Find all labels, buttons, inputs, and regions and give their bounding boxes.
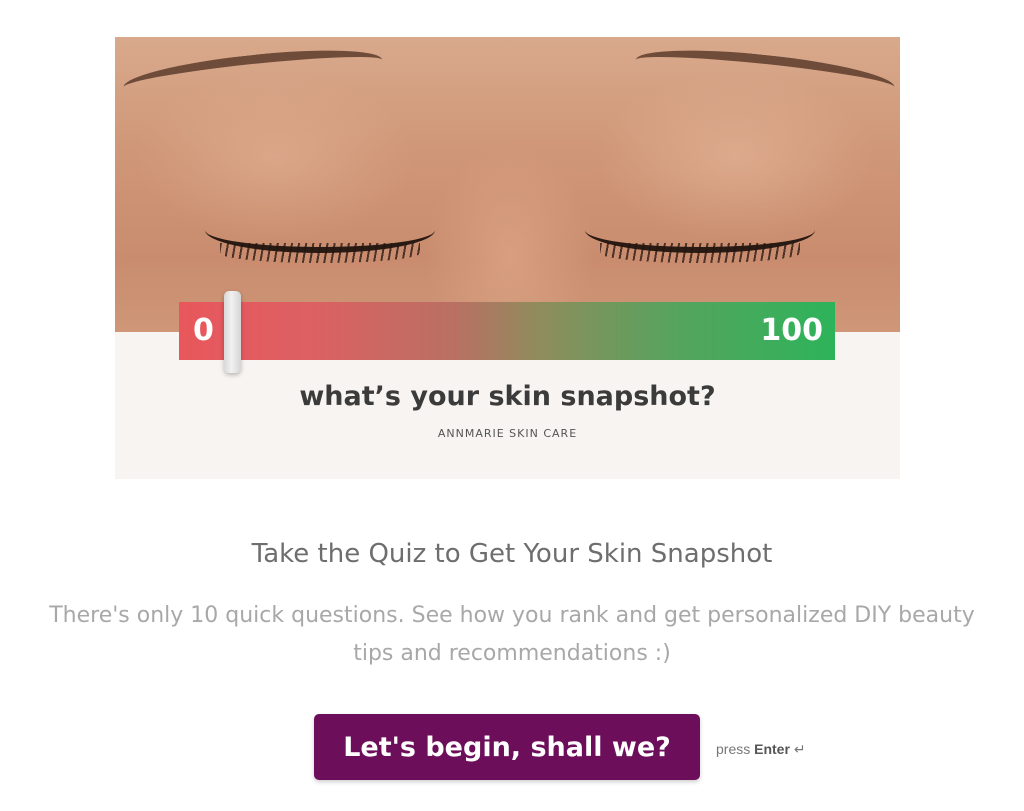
hint-key: Enter	[754, 741, 790, 757]
left-eyelashes	[220, 243, 420, 263]
quiz-welcome-screen: 0 100 what’s your skin snapshot? ANNMARI…	[0, 0, 1024, 811]
meter-slider-thumb	[224, 291, 241, 373]
skin-score-meter: 0 100	[179, 302, 835, 360]
meter-min-label: 0	[193, 313, 214, 348]
start-quiz-button[interactable]: Let's begin, shall we?	[314, 714, 700, 780]
quiz-heading: Take the Quiz to Get Your Skin Snapshot	[251, 539, 773, 569]
hint-prefix: press	[716, 741, 751, 757]
keyboard-hint: press Enter ↵	[716, 740, 806, 758]
hero-title: what’s your skin snapshot?	[299, 381, 716, 412]
closed-eyes-photo	[115, 37, 900, 332]
hero-brand: ANNMARIE SKIN CARE	[437, 427, 578, 440]
right-eyelashes	[600, 243, 800, 263]
hero-banner-image: 0 100 what’s your skin snapshot? ANNMARI…	[115, 37, 900, 479]
quiz-description: There's only 10 quick questions. See how…	[49, 603, 975, 666]
right-eyebrow	[633, 41, 897, 106]
meter-max-label: 100	[760, 313, 823, 348]
left-eyebrow	[121, 41, 385, 106]
enter-key-icon: ↵	[793, 741, 806, 757]
